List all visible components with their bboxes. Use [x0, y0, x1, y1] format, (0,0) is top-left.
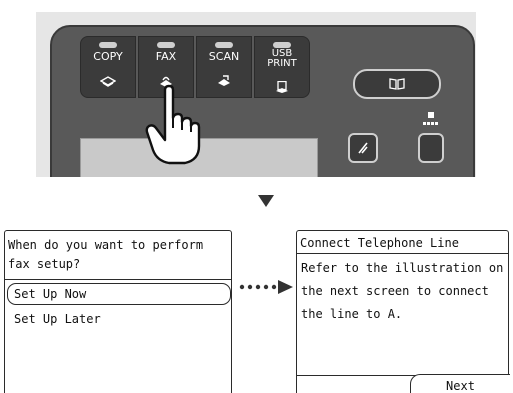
scan-key-label: SCAN: [208, 50, 240, 63]
scan-icon: [216, 75, 232, 90]
fax-led: [157, 42, 175, 48]
usb-print-key[interactable]: USB PRINT: [254, 36, 310, 98]
dots-indicator-icon: [423, 112, 439, 128]
home-button[interactable]: [418, 133, 444, 163]
book-icon: [389, 76, 405, 91]
copy-led: [99, 42, 117, 48]
copy-key[interactable]: COPY: [80, 36, 136, 98]
connect-telephone-line-screen: Connect Telephone Line Refer to the illu…: [296, 230, 510, 393]
device-panel-illustration: COPY FAX SCAN USB PRINT: [0, 0, 513, 177]
set-up-now-option[interactable]: Set Up Now: [7, 283, 231, 305]
scan-led: [215, 42, 233, 48]
usb-print-label-line2: PRINT: [267, 58, 297, 69]
copy-key-label: COPY: [93, 50, 123, 63]
next-step-arrow-icon: [239, 280, 293, 294]
next-button[interactable]: Next: [410, 374, 510, 393]
question-divider: [5, 279, 231, 280]
down-arrow-icon: [258, 195, 274, 207]
title-divider: [297, 253, 508, 254]
stop-icon: [356, 140, 370, 156]
instruction-text: Refer to the illustration on the next sc…: [301, 261, 504, 321]
usb-print-key-label: USB PRINT: [255, 49, 309, 69]
fax-key-label: FAX: [155, 50, 177, 63]
usb-print-icon: [275, 80, 289, 96]
pointing-hand-icon: [145, 84, 201, 165]
set-up-later-option[interactable]: Set Up Later: [7, 308, 231, 330]
fax-setup-timing-screen: When do you want to perform fax setup? S…: [4, 230, 232, 393]
screen-title: Connect Telephone Line: [300, 236, 459, 250]
stop-button[interactable]: [348, 133, 378, 163]
copy-icon: [99, 75, 117, 90]
address-book-button[interactable]: [353, 69, 441, 99]
setup-question: When do you want to perform fax setup?: [8, 238, 204, 271]
scan-key[interactable]: SCAN: [196, 36, 252, 98]
